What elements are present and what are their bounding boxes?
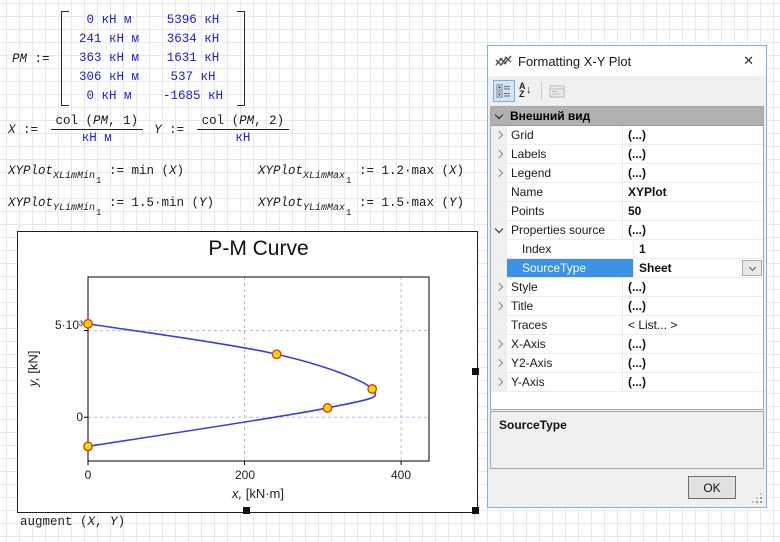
matrix-cell: 537 кН [149,68,237,87]
ylimmax-definition[interactable]: XYPlotYLimMax1 := 1.5·max (Y) [258,196,464,218]
chevron-down-icon [748,263,755,270]
x-variable: X [8,123,16,137]
chevron-right-icon[interactable] [494,131,502,139]
assign-operator: := [16,123,46,137]
property-row-y2-axis[interactable]: Y2-Axis (...) [491,354,763,373]
x-unit: кН м [51,130,144,145]
property-pages-icon [549,85,565,98]
dialog-title: Formatting X-Y Plot [518,54,739,69]
dropdown-button[interactable] [742,260,762,276]
xlimmax-definition[interactable]: XYPlotXLimMax1 := 1.2·max (X) [258,164,464,186]
ylimmin-definition[interactable]: XYPlotYLimMin1 := 1.5·min (Y) [8,196,214,218]
x-axis-label: x, [kN·m] [158,486,358,501]
matrix-cell: 306 кН м [69,68,149,87]
property-row-grid[interactable]: Grid (...) [491,126,763,145]
y-tick-label: 5·10³ [33,318,83,332]
property-row-sourcetype[interactable]: SourceType Sheet [491,259,763,278]
property-row-y-axis[interactable]: Y-Axis (...) [491,373,763,392]
matrix-cell: 3634 кН [149,30,237,49]
xlimmin-definition[interactable]: XYPlotXLimMin1 := min (X) [8,164,184,186]
chevron-right-icon[interactable] [494,359,502,367]
property-description-panel: SourceType [490,411,764,469]
categorized-view-button[interactable] [493,80,515,102]
matrix-lhs: PM [12,52,27,66]
category-label: Внешний вид [506,107,590,125]
x-tick-label: 0 [63,468,113,482]
alphabetical-sort-button[interactable]: A Z ↓ [515,80,537,102]
sourcetype-value: Sheet [639,261,672,275]
az-sort-icon: A Z ↓ [518,83,534,99]
matrix-cell: 363 кН м [69,49,149,68]
matrix-cell: 241 кН м [69,30,149,49]
xy-plot-icon [495,54,512,69]
chevron-right-icon[interactable] [494,340,502,348]
matrix-bracket-left [61,11,69,106]
resize-grip[interactable] [760,501,762,503]
resize-handle-right[interactable] [472,368,479,375]
toolbar-separator [541,82,542,100]
description-title: SourceType [499,418,755,432]
ok-button[interactable]: OK [688,476,736,499]
property-grid: Внешний вид Grid (...) Labels (...) Lege… [490,106,764,410]
property-row-labels[interactable]: Labels (...) [491,145,763,164]
matrix-cell: 1631 кН [149,49,237,68]
chevron-right-icon[interactable] [494,378,502,386]
dialog-titlebar[interactable]: Formatting X-Y Plot ✕ [488,46,766,76]
matrix-bracket-right [237,11,245,106]
property-row-points[interactable]: Points 50 [491,202,763,221]
x-tick-label: 400 [376,468,426,482]
property-row-title[interactable]: Title (...) [491,297,763,316]
assign-operator: := [27,52,57,66]
matrix-cell: 0 кН м [69,87,149,106]
property-row-style[interactable]: Style (...) [491,278,763,297]
matrix-cell: 0 кН м [69,11,149,30]
categorized-icon [496,83,512,99]
augment-expression[interactable]: augment (X, Y) [20,515,125,529]
property-row-name[interactable]: Name XYPlot [491,183,763,202]
matrix-cell: 5396 кН [149,11,237,30]
chevron-right-icon[interactable] [494,150,502,158]
property-row-index[interactable]: Index 1 [491,240,763,259]
matrix-values: 0 кН м5396 кН 241 кН м3634 кН 363 кН м16… [69,11,237,106]
chevron-down-icon[interactable] [494,225,502,233]
chevron-right-icon[interactable] [494,302,502,310]
y-axis-label: y, [kN] [26,339,41,399]
resize-handle-corner[interactable] [472,507,479,514]
plot-region[interactable]: P-M Curve 5·10³ 0 0 200 400 y, [kN] x, [… [17,231,478,513]
resize-handle-bottom[interactable] [243,507,250,514]
y-fraction: col (PM, 2) кН [197,114,290,145]
chevron-down-icon [494,111,502,119]
x-fraction: col (PM, 1) кН м [51,114,144,145]
property-category-appearance[interactable]: Внешний вид [491,107,763,126]
xy-column-definitions[interactable]: X := col (PM, 1) кН м Y := col (PM, 2) к… [8,114,294,145]
chevron-right-icon[interactable] [494,169,502,177]
matrix-cell: -1685 кН [149,87,237,106]
close-icon[interactable]: ✕ [739,53,758,69]
y-unit: кН [197,130,290,145]
assign-operator: := [162,123,192,137]
property-row-legend[interactable]: Legend (...) [491,164,763,183]
property-row-properties-source[interactable]: Properties source (...) [491,221,763,240]
formatting-dialog: Formatting X-Y Plot ✕ A Z ↓ [487,45,767,508]
y-variable: Y [154,123,162,137]
x-tick-label: 200 [220,468,270,482]
property-row-x-axis[interactable]: X-Axis (...) [491,335,763,354]
y-tick-label: 0 [33,410,83,424]
chevron-right-icon[interactable] [494,283,502,291]
property-pages-button [546,80,568,102]
matrix-definition-pm[interactable]: PM := 0 кН м5396 кН 241 кН м3634 кН 363 … [12,11,245,106]
dialog-toolbar: A Z ↓ [488,76,766,106]
property-row-traces[interactable]: Traces < List... > [491,316,763,335]
